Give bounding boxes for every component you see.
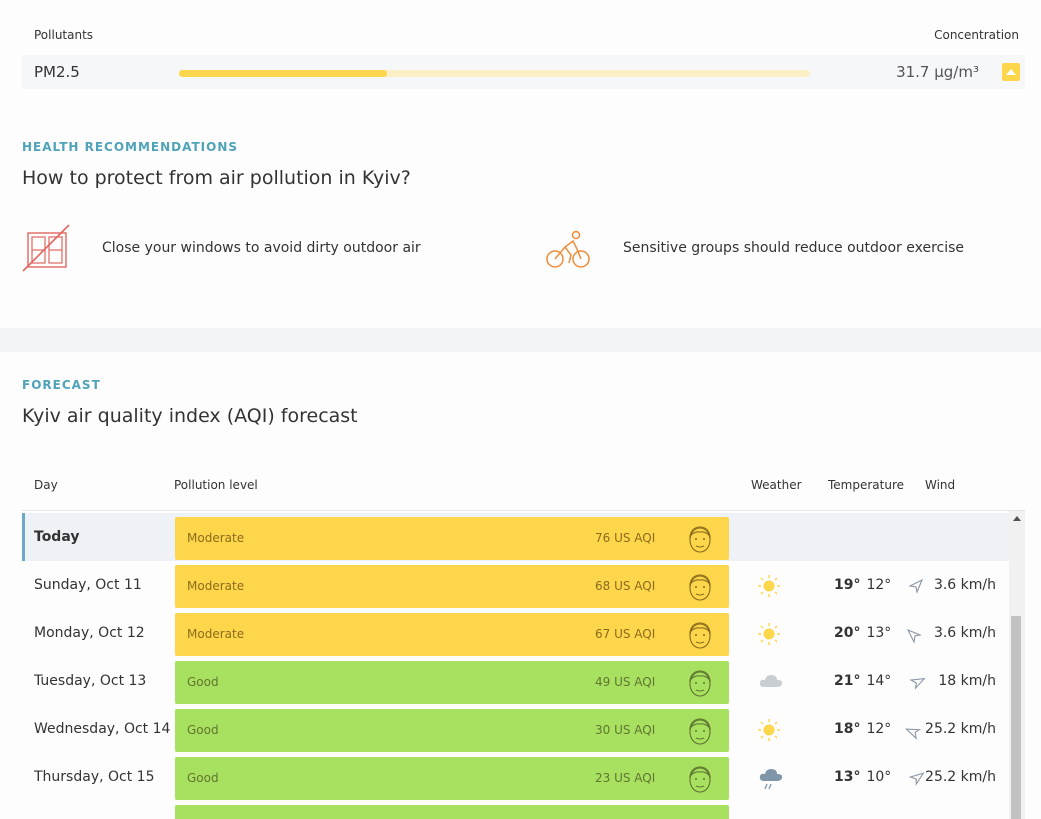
- pollutants-header: Pollutants: [34, 28, 94, 42]
- pollution-level-bar: Good 49 US AQI: [175, 661, 729, 704]
- wind-speed: 25.2 km/h: [925, 721, 996, 737]
- temp-high: 19°: [834, 577, 861, 593]
- cloud-icon: [758, 671, 784, 695]
- forecast-day: Sunday, Oct 11: [34, 577, 142, 593]
- temp-high: 21°: [834, 673, 861, 689]
- pollutant-row-pm25[interactable]: PM2.5 31.7 µg/m³: [22, 55, 1025, 89]
- temp-low: 13°: [866, 625, 892, 641]
- pollution-level-bar: Moderate 76 US AQI: [175, 517, 729, 560]
- recommendation-windows: Close your windows to avoid dirty outdoo…: [22, 223, 421, 273]
- forecast-day: Monday, Oct 12: [34, 625, 145, 641]
- sun-icon: [758, 623, 780, 649]
- pollutant-name: PM2.5: [34, 63, 80, 81]
- temp-low: 14°: [866, 673, 892, 689]
- pollution-level-bar: Good 30 US AQI: [175, 709, 729, 752]
- column-header-pollution-level: Pollution level: [174, 478, 258, 492]
- aqi-value: 49 US AQI: [595, 675, 656, 689]
- forecast-row[interactable]: Wednesday, Oct 14 Good 30 US AQI 18° 12° 2…: [22, 705, 1010, 753]
- column-header-weather: Weather: [751, 478, 802, 492]
- forecast-eyebrow: FORECAST: [22, 378, 101, 392]
- pollution-level-bar: Moderate 67 US AQI: [175, 613, 729, 656]
- forecast-day: Thursday, Oct 15: [34, 769, 155, 785]
- pollution-level-bar: Moderate 68 US AQI: [175, 565, 729, 608]
- temp-high: 13°: [834, 769, 861, 785]
- health-eyebrow: HEALTH RECOMMENDATIONS: [22, 140, 239, 154]
- face-icon: [687, 716, 713, 750]
- column-header-wind: Wind: [925, 478, 956, 492]
- forecast-row[interactable]: Thursday, Oct 15 Good 23 US AQI 13° 10° 25…: [22, 753, 1010, 801]
- forecast-row[interactable]: Sunday, Oct 11 Moderate 68 US AQI 19° 12°…: [22, 561, 1010, 609]
- temperature: 19° 12°: [834, 577, 891, 593]
- pollution-level-label: Moderate: [187, 531, 245, 545]
- health-title: How to protect from air pollution in Kyi…: [22, 167, 411, 189]
- temp-low: 10°: [866, 769, 892, 785]
- expand-toggle-icon[interactable]: [1002, 63, 1020, 81]
- today-marker: [22, 513, 25, 561]
- forecast-row[interactable]: Monday, Oct 12 Moderate 67 US AQI 20° 13°…: [22, 609, 1010, 657]
- forecast-scrollbar[interactable]: [1009, 511, 1025, 819]
- recommendation-text: Sensitive groups should reduce outdoor e…: [623, 240, 965, 256]
- wind-direction-icon: [905, 672, 927, 696]
- temperature: 21° 14°: [834, 673, 891, 689]
- forecast-day: Wednesday, Oct 14: [34, 721, 171, 737]
- rain-icon: [758, 767, 784, 797]
- temperature: 20° 13°: [834, 625, 891, 641]
- sun-icon: [758, 719, 780, 745]
- recommendation-exercise: Sensitive groups should reduce outdoor e…: [545, 223, 964, 273]
- forecast-row[interactable]: [22, 801, 1010, 819]
- face-icon: [687, 764, 713, 798]
- forecast-day: Tuesday, Oct 13: [34, 673, 147, 689]
- temp-high: 20°: [834, 625, 861, 641]
- column-header-temperature: Temperature: [828, 478, 905, 492]
- pollution-level-label: Good: [187, 771, 219, 785]
- forecast-row[interactable]: Tuesday, Oct 13 Good 49 US AQI 21° 14° 18 …: [22, 657, 1010, 705]
- column-header-day: Day: [34, 478, 58, 492]
- aqi-value: 23 US AQI: [595, 771, 656, 785]
- pollutant-concentration: 31.7 µg/m³: [896, 63, 979, 81]
- face-icon: [687, 524, 713, 558]
- wind-speed: 3.6 km/h: [933, 577, 996, 593]
- pollution-level-label: Good: [187, 723, 219, 737]
- forecast-table[interactable]: Today Moderate 76 US AQI Sunday, Oct 11 …: [22, 511, 1025, 819]
- forecast-row[interactable]: Today Moderate 76 US AQI: [22, 513, 1010, 561]
- pollution-level-bar: Good 23 US AQI: [175, 757, 729, 800]
- forecast-day: Today: [34, 529, 80, 545]
- face-icon: [687, 620, 713, 654]
- forecast-title: Kyiv air quality index (AQI) forecast: [22, 405, 358, 427]
- pollutant-level-fill: [179, 70, 388, 77]
- temp-low: 12°: [866, 577, 892, 593]
- closed-window-icon: [22, 224, 70, 272]
- face-icon: [687, 572, 713, 606]
- temp-low: 12°: [866, 721, 892, 737]
- temperature: 13° 10°: [834, 769, 891, 785]
- wind-direction-icon: [906, 769, 925, 791]
- pollutants-card: [0, 0, 1041, 328]
- aqi-value: 67 US AQI: [595, 627, 656, 641]
- wind-speed: 25.2 km/h: [925, 769, 996, 785]
- temp-high: 18°: [834, 721, 861, 737]
- pollution-level-label: Moderate: [187, 579, 245, 593]
- scroll-thumb[interactable]: [1011, 616, 1021, 819]
- pollution-level-bar: [175, 805, 729, 819]
- aqi-value: 76 US AQI: [595, 531, 656, 545]
- wind-direction-icon: [906, 628, 926, 644]
- concentration-header: Concentration: [934, 28, 1019, 42]
- temperature: 18° 12°: [834, 721, 891, 737]
- pollutant-level-bar: [179, 70, 810, 77]
- sun-icon: [758, 575, 780, 601]
- pollution-level-label: Moderate: [187, 627, 245, 641]
- aqi-value: 30 US AQI: [595, 723, 656, 737]
- face-icon: [687, 668, 713, 702]
- pollution-level-label: Good: [187, 675, 219, 689]
- recommendation-text: Close your windows to avoid dirty outdoo…: [102, 240, 421, 256]
- scroll-up-arrow-icon[interactable]: [1013, 516, 1021, 521]
- wind-speed: 18 km/h: [938, 673, 996, 689]
- cyclist-icon: [546, 230, 590, 268]
- aqi-value: 68 US AQI: [595, 579, 656, 593]
- wind-speed: 3.6 km/h: [933, 625, 996, 641]
- wind-direction-icon: [908, 578, 924, 598]
